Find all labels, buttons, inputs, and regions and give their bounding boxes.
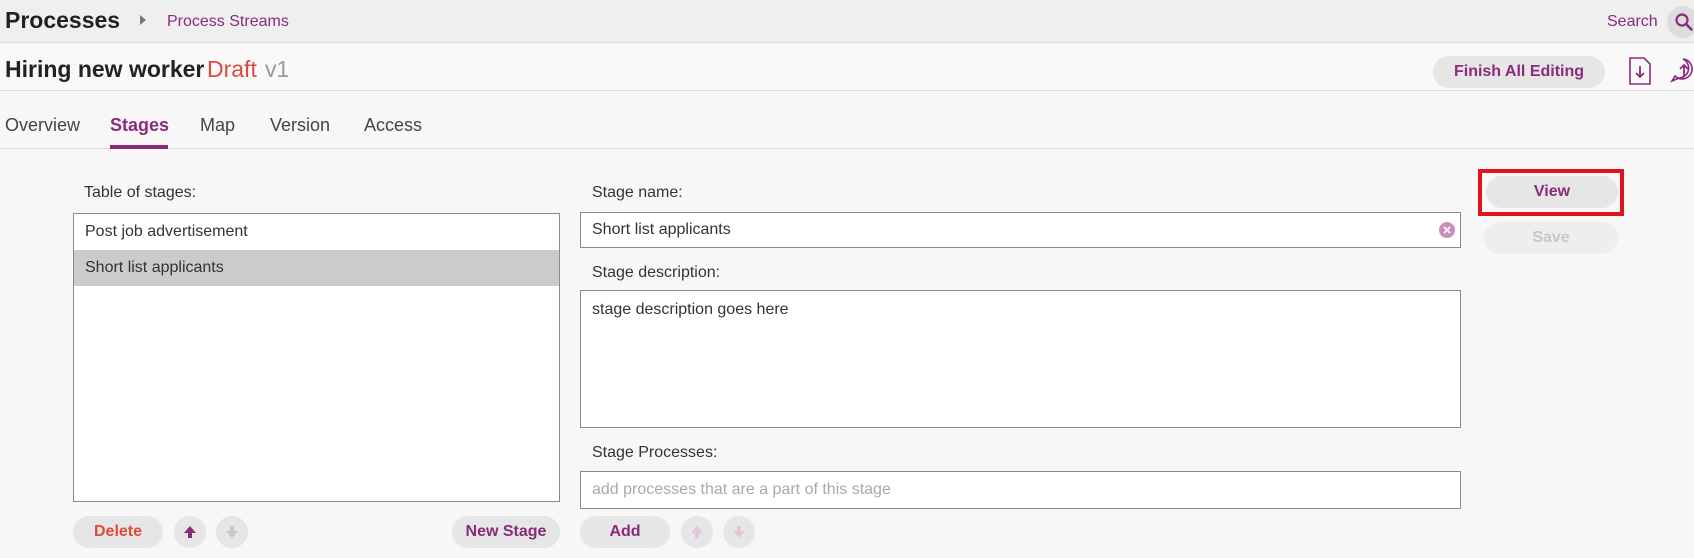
status-badge: Draft bbox=[207, 56, 257, 82]
stages-list[interactable]: Post job advertisement Short list applic… bbox=[73, 213, 560, 502]
delete-button[interactable]: Delete bbox=[73, 516, 163, 548]
clear-input-button[interactable] bbox=[1439, 222, 1455, 238]
process-move-up-button[interactable] bbox=[681, 516, 713, 548]
tab-stages[interactable]: Stages bbox=[110, 115, 169, 136]
stage-name-input[interactable] bbox=[580, 212, 1461, 248]
close-icon bbox=[1443, 226, 1451, 234]
move-down-button[interactable] bbox=[216, 516, 248, 548]
upload-button[interactable] bbox=[1670, 56, 1694, 84]
tab-map[interactable]: Map bbox=[200, 115, 235, 136]
version-label: v1 bbox=[265, 56, 290, 82]
list-item[interactable]: Short list applicants bbox=[74, 250, 559, 286]
active-tab-indicator bbox=[110, 145, 168, 149]
arrow-down-icon bbox=[733, 526, 745, 538]
search-icon bbox=[1675, 13, 1693, 31]
process-name: Hiring new worker bbox=[5, 56, 205, 82]
breadcrumb-arrow-icon bbox=[140, 15, 146, 25]
top-bar: Processes Process Streams Search bbox=[0, 0, 1694, 43]
tab-access[interactable]: Access bbox=[364, 115, 422, 136]
finish-all-editing-button[interactable]: Finish All Editing bbox=[1433, 56, 1605, 88]
process-move-down-button[interactable] bbox=[723, 516, 755, 548]
tab-version[interactable]: Version bbox=[270, 115, 330, 136]
upload-icon bbox=[1670, 58, 1693, 83]
save-button: Save bbox=[1484, 222, 1618, 254]
stage-processes-input[interactable]: add processes that are a part of this st… bbox=[580, 471, 1461, 509]
stage-name-label: Stage name: bbox=[592, 184, 683, 201]
list-item[interactable]: Post job advertisement bbox=[74, 214, 559, 250]
view-button[interactable]: View bbox=[1486, 176, 1618, 208]
stage-processes-placeholder: add processes that are a part of this st… bbox=[592, 481, 891, 498]
move-up-button[interactable] bbox=[174, 516, 206, 548]
tab-bar: Overview Stages Map Version Access bbox=[0, 92, 1694, 149]
stage-description-textarea[interactable]: stage description goes here bbox=[580, 290, 1461, 428]
arrow-up-icon bbox=[691, 526, 703, 538]
add-process-button[interactable]: Add bbox=[580, 516, 670, 548]
search-label[interactable]: Search bbox=[1607, 13, 1658, 31]
arrow-down-icon bbox=[226, 526, 238, 538]
breadcrumb-process-streams[interactable]: Process Streams bbox=[167, 13, 289, 31]
download-button[interactable] bbox=[1628, 56, 1652, 86]
stages-table-label: Table of stages: bbox=[84, 184, 197, 201]
tab-overview[interactable]: Overview bbox=[5, 115, 80, 136]
search-button[interactable] bbox=[1667, 6, 1694, 38]
app-title: Processes bbox=[5, 7, 121, 33]
stage-processes-label: Stage Processes: bbox=[592, 444, 718, 461]
stage-description-label: Stage description: bbox=[592, 264, 721, 281]
arrow-up-icon bbox=[184, 526, 196, 538]
process-header: Hiring new worker Draft v1 Finish All Ed… bbox=[0, 44, 1694, 91]
download-icon bbox=[1629, 57, 1651, 85]
new-stage-button[interactable]: New Stage bbox=[452, 516, 560, 548]
